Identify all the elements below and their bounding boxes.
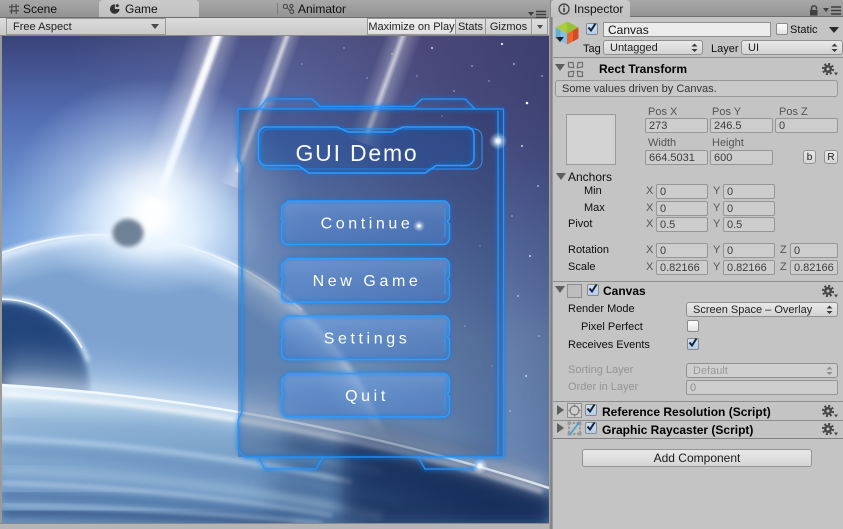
svg-text:New Game: New Game — [313, 273, 422, 290]
svg-text:Settings: Settings — [324, 331, 411, 348]
svg-text:Quit: Quit — [345, 388, 389, 405]
svg-text:Continue: Continue — [321, 216, 414, 233]
svg-text:GUI Demo: GUI Demo — [295, 140, 418, 166]
